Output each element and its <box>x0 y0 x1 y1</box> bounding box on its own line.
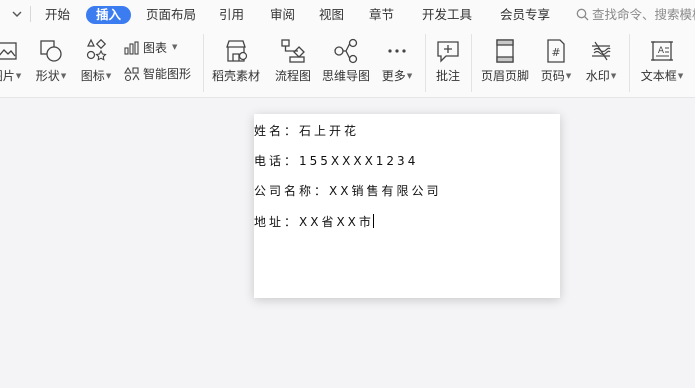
name-line[interactable]: 姓名：石上开花 <box>254 122 359 139</box>
ribbon-separator <box>203 34 204 92</box>
picture-button[interactable]: 图片▼ <box>0 38 26 88</box>
chart-label: 图表 <box>143 41 168 55</box>
tab-page-layout[interactable]: 页面布局 <box>146 6 196 24</box>
tab-start[interactable]: 开始 <box>45 6 70 24</box>
textbox-label: 文本框 <box>640 69 677 83</box>
tab-insert[interactable]: 插入 <box>86 6 132 24</box>
insert-ribbon: 图片▼ 形状▼ 图标▼ 图表 ▼ 智能图形 <box>0 28 695 98</box>
shape-icon <box>40 40 62 62</box>
tab-references[interactable]: 引用 <box>219 6 244 24</box>
svg-text:#: # <box>551 46 560 59</box>
add-comment-icon <box>437 41 459 63</box>
address-text: 地址：XX省XX市 <box>254 215 374 229</box>
picture-icon <box>0 42 17 60</box>
search-placeholder: 查找命令、搜索模板 <box>592 7 695 22</box>
tab-developer[interactable]: 开发工具 <box>422 6 472 24</box>
shape-label: 形状 <box>35 69 60 83</box>
comment-button[interactable]: 批注 <box>431 38 465 88</box>
watermark-button[interactable]: 水印▼ <box>582 38 620 88</box>
docer-material-label: 稻壳素材 <box>211 69 260 83</box>
smartart-icon <box>124 67 140 82</box>
tab-member[interactable]: 会员专享 <box>500 6 550 24</box>
tab-review[interactable]: 审阅 <box>270 6 295 24</box>
page-number-icon: # <box>547 39 565 63</box>
address-line[interactable]: 地址：XX省XX市 <box>254 213 375 230</box>
bar-chart-icon <box>124 41 139 55</box>
company-line[interactable]: 公司名称：XX销售有限公司 <box>254 182 441 199</box>
ribbon-separator <box>471 34 472 92</box>
picture-label: 图片 <box>0 69 15 83</box>
page-number-button[interactable]: # 页码▼ <box>536 38 576 88</box>
tab-chapter[interactable]: 章节 <box>369 6 394 24</box>
menu-separator <box>30 6 31 22</box>
more-label: 更多 <box>381 69 406 83</box>
docer-material-button[interactable]: 稻壳素材 <box>209 38 263 88</box>
collapse-chevron-icon[interactable] <box>11 8 23 20</box>
phone-line[interactable]: 电话：155XXXX1234 <box>254 152 418 169</box>
ribbon-separator <box>425 34 426 92</box>
chart-dropdown-icon: ▼ <box>172 43 178 51</box>
textbox-icon: A <box>651 41 673 61</box>
tab-view[interactable]: 视图 <box>319 6 344 24</box>
header-footer-icon <box>496 39 514 63</box>
page-number-label: 页码 <box>540 69 565 83</box>
more-dots-icon <box>388 49 406 53</box>
header-footer-button[interactable]: 页眉页脚 <box>478 38 532 88</box>
document-page[interactable]: 姓名：石上开花 电话：155XXXX1234 公司名称：XX销售有限公司 地址：… <box>254 114 560 298</box>
svg-text:A: A <box>658 46 665 56</box>
header-footer-label: 页眉页脚 <box>480 69 529 83</box>
ribbon-separator <box>629 34 630 92</box>
more-button[interactable]: 更多▼ <box>378 38 416 88</box>
flowchart-label: 流程图 <box>274 69 311 83</box>
store-icon <box>226 40 248 62</box>
mindmap-label: 思维导图 <box>321 69 370 83</box>
text-cursor <box>372 214 375 228</box>
comment-label: 批注 <box>435 69 460 83</box>
shape-button[interactable]: 形状▼ <box>32 38 70 88</box>
flowchart-icon <box>281 39 305 63</box>
mindmap-icon <box>334 38 358 64</box>
icon-label: 图标 <box>80 69 105 83</box>
flowchart-button[interactable]: 流程图 <box>272 38 314 88</box>
textbox-button[interactable]: A 文本框▼ <box>636 38 688 88</box>
smartart-label: 智能图形 <box>143 67 192 81</box>
watermark-label: 水印 <box>585 69 610 83</box>
menu-bar: 开始 插入 页面布局 引用 审阅 视图 章节 开发工具 会员专享 查找命令、搜索… <box>0 0 695 28</box>
watermark-icon <box>592 41 611 61</box>
search-icon <box>576 8 589 21</box>
icon-button[interactable]: 图标▼ <box>78 38 114 88</box>
icon-library-icon <box>86 38 107 61</box>
mindmap-button[interactable]: 思维导图 <box>319 38 373 88</box>
